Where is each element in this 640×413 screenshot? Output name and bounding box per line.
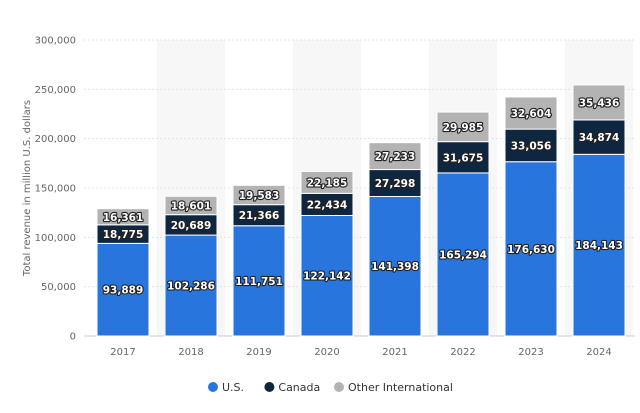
data-label: 184,143	[575, 240, 623, 252]
x-tick-label: 2017	[110, 347, 135, 358]
data-label: 27,298	[375, 178, 416, 190]
data-label: 20,689	[171, 220, 212, 232]
y-tick-label: 0	[70, 332, 76, 343]
data-label: 18,775	[103, 229, 144, 241]
x-tick-label: 2022	[450, 347, 475, 358]
legend-label: Canada	[278, 381, 320, 394]
data-label: 34,874	[579, 132, 620, 144]
x-tick-label: 2020	[314, 347, 339, 358]
data-label: 21,366	[239, 210, 280, 222]
x-tick-label: 2019	[246, 347, 271, 358]
y-tick-label: 50,000	[41, 282, 76, 293]
legend-marker	[264, 382, 275, 392]
data-label: 29,985	[443, 122, 484, 134]
data-label: 35,436	[579, 97, 620, 109]
x-tick-label: 2024	[586, 347, 611, 358]
y-tick-label: 300,000	[35, 36, 76, 47]
y-tick-label: 250,000	[35, 85, 76, 96]
data-label: 32,604	[511, 108, 552, 120]
data-label: 93,889	[103, 285, 144, 297]
data-label: 102,286	[167, 281, 215, 293]
data-label: 176,630	[507, 244, 555, 256]
legend-marker	[208, 382, 218, 392]
data-label: 122,142	[303, 271, 351, 283]
data-label: 111,751	[235, 276, 283, 288]
data-label: 22,185	[307, 177, 348, 189]
x-tick-label: 2021	[382, 347, 407, 358]
legend-label: Other International	[348, 381, 453, 394]
data-label: 22,434	[307, 199, 348, 211]
data-label: 31,675	[443, 152, 484, 164]
y-tick-label: 100,000	[35, 233, 76, 244]
y-tick-label: 150,000	[35, 184, 76, 195]
data-label: 18,601	[171, 200, 212, 212]
legend-label: U.S.	[222, 381, 244, 394]
y-tick-label: 200,000	[35, 134, 76, 145]
data-label: 16,361	[103, 212, 144, 224]
data-label: 33,056	[511, 140, 552, 152]
data-label: 19,583	[239, 190, 280, 202]
legend-marker	[334, 382, 344, 392]
data-label: 165,294	[439, 249, 487, 261]
y-axis-title: Total revenue in million U.S. dollars	[22, 100, 33, 277]
data-label: 141,398	[371, 261, 419, 273]
x-tick-label: 2023	[518, 347, 543, 358]
stacked-bar-chart: 0 50,000 100,000 150,000 200,000 250,000 300,0…	[22, 36, 635, 394]
data-label: 27,233	[375, 151, 416, 163]
x-tick-label: 2018	[178, 347, 203, 358]
legend: U.S. Canada Other International	[208, 381, 453, 394]
